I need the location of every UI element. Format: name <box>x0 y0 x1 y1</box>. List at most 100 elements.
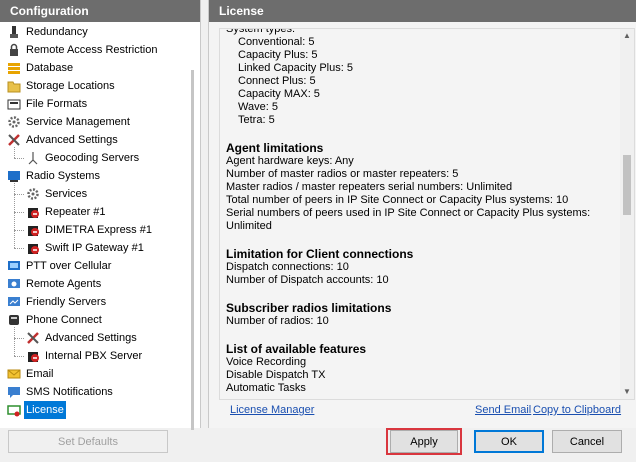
configuration-tree: Redundancy Remote Access Restriction Datab… <box>0 22 188 428</box>
tree-item-label: Services <box>45 188 88 200</box>
section-heading: Limitation for Client connections <box>226 247 414 261</box>
tree-item-label: Radio Systems <box>26 170 100 182</box>
system-type-line: Linked Capacity Plus: 5 <box>238 62 353 74</box>
tree-item-label: Email <box>26 368 54 380</box>
tree-item-label: Geocoding Servers <box>45 152 140 164</box>
email-icon <box>7 367 21 381</box>
tree-item-label: Storage Locations <box>26 80 115 92</box>
section-line: Number of Dispatch accounts: 10 <box>226 274 389 286</box>
license-icon <box>7 403 21 417</box>
tree-item-file-formats[interactable]: File Formats <box>0 95 188 113</box>
section-line: Master radios / master repeaters serial … <box>226 181 513 193</box>
tree-item-dimetra-express-1[interactable]: DIMETRA Express #1 <box>0 221 188 239</box>
tree-item-label: SMS Notifications <box>26 386 113 398</box>
scroll-down-arrow-icon[interactable]: ▼ <box>620 385 634 399</box>
section-line: Disable Dispatch TX <box>226 369 326 381</box>
tree-connector-line <box>14 230 24 231</box>
system-type-line: Tetra: 5 <box>238 114 275 126</box>
tree-item-redundancy[interactable]: Redundancy <box>0 23 188 41</box>
set-defaults-button[interactable]: Set Defaults <box>8 430 168 453</box>
tree-connector-line <box>14 147 15 158</box>
section-line: Agent hardware keys: Any <box>226 155 354 167</box>
tree-item-ptt-over-cellular[interactable]: PTT over Cellular <box>0 257 188 275</box>
tree-item-friendly-servers[interactable]: Friendly Servers <box>0 293 188 311</box>
tree-item-label: Repeater #1 <box>45 206 106 218</box>
tree-item-internal-pbx-server[interactable]: Internal PBX Server <box>0 347 188 365</box>
tree-item-label: Advanced Settings <box>26 134 118 146</box>
license-scrollbar[interactable]: ▲ ▼ <box>620 29 634 399</box>
tree-item-label: Service Management <box>26 116 130 128</box>
tree-item-label: Remote Access Restriction <box>26 44 158 56</box>
ptt-icon <box>7 259 21 273</box>
license-info-box: System types: Conventional: 5 Capacity Pl… <box>219 28 635 400</box>
sms-icon <box>7 385 21 399</box>
section-line: Serial numbers of peers used in IP Site … <box>226 207 591 219</box>
scroll-up-arrow-icon[interactable]: ▲ <box>620 29 634 43</box>
license-scrollbar-thumb[interactable] <box>623 155 631 215</box>
tree-item-license[interactable]: License <box>0 401 188 419</box>
license-manager-link[interactable]: License Manager <box>230 404 314 416</box>
system-types-label: System types: <box>226 28 296 35</box>
tree-connector-line <box>14 356 24 357</box>
tree-item-remote-access-restriction[interactable]: Remote Access Restriction <box>0 41 188 59</box>
tree-item-label: Advanced Settings <box>45 332 137 344</box>
servers-icon <box>7 295 21 309</box>
tree-item-advanced-settings[interactable]: Advanced Settings <box>0 131 188 149</box>
folder-icon <box>7 79 21 93</box>
section-line: Total number of peers in IP Site Connect… <box>226 194 569 206</box>
section-heading: List of available features <box>226 342 367 356</box>
configuration-title: Configuration <box>0 0 200 22</box>
tree-item-label: DIMETRA Express #1 <box>45 224 152 236</box>
tree-item-email[interactable]: Email <box>0 365 188 383</box>
ok-button[interactable]: OK <box>474 430 544 453</box>
section-line: Number of radios: 10 <box>226 315 329 327</box>
geocoding-icon <box>26 151 40 165</box>
tree-scrollbar[interactable] <box>188 22 200 430</box>
tree-item-storage-locations[interactable]: Storage Locations <box>0 77 188 95</box>
tree-item-swift-ip-gateway-1[interactable]: Swift IP Gateway #1 <box>0 239 188 257</box>
file-formats-icon <box>7 97 21 111</box>
tree-item-services[interactable]: Services <box>0 185 188 203</box>
system-type-line: Capacity Plus: 5 <box>238 49 318 61</box>
tree-item-label: Phone Connect <box>26 314 102 326</box>
tree-connector-line <box>14 212 24 213</box>
database-icon <box>7 61 21 75</box>
tree-item-sms-notifications[interactable]: SMS Notifications <box>0 383 188 401</box>
apply-button[interactable]: Apply <box>390 430 458 453</box>
cancel-button[interactable]: Cancel <box>552 430 622 453</box>
send-email-link[interactable]: Send Email <box>475 404 531 416</box>
tree-connector-line <box>14 338 24 339</box>
radio-systems-icon <box>7 169 21 183</box>
tree-item-geocoding-servers[interactable]: Geocoding Servers <box>0 149 188 167</box>
gear-icon <box>26 187 40 201</box>
tree-scrollbar-thumb[interactable] <box>191 70 194 430</box>
tree-item-service-management[interactable]: Service Management <box>0 113 188 131</box>
repeater-icon <box>26 205 40 219</box>
system-type-line: Connect Plus: 5 <box>238 75 316 87</box>
license-panel: License System types: Conventional: 5 Cap… <box>208 0 636 428</box>
tree-connector-line <box>14 248 24 249</box>
tree-item-label: Internal PBX Server <box>45 350 143 362</box>
configuration-panel: Configuration Redundancy Remote Access Re… <box>0 0 201 430</box>
repeater-icon <box>26 241 40 255</box>
section-heading: Agent limitations <box>226 141 324 155</box>
tree-item-advanced-settings[interactable]: Advanced Settings <box>0 329 188 347</box>
tree-item-label: Friendly Servers <box>26 296 107 308</box>
pbx-icon <box>26 349 40 363</box>
copy-to-clipboard-link[interactable]: Copy to Clipboard <box>533 404 621 416</box>
tree-item-repeater-1[interactable]: Repeater #1 <box>0 203 188 221</box>
tree-item-radio-systems[interactable]: Radio Systems <box>0 167 188 185</box>
tree-item-label: Remote Agents <box>26 278 102 290</box>
tree-item-database[interactable]: Database <box>0 59 188 77</box>
system-type-line: Conventional: 5 <box>238 36 315 48</box>
section-line: Automatic Tasks <box>226 382 306 394</box>
tree-item-label: PTT over Cellular <box>26 260 112 272</box>
tree-item-remote-agents[interactable]: Remote Agents <box>0 275 188 293</box>
tree-item-phone-connect[interactable]: Phone Connect <box>0 311 188 329</box>
tree-item-label: Swift IP Gateway #1 <box>45 242 144 254</box>
section-line: Unlimited <box>226 220 272 232</box>
tree-connector-line <box>14 183 15 248</box>
tree-item-label: Database <box>26 62 74 74</box>
system-type-line: Capacity MAX: 5 <box>238 88 320 100</box>
license-title: License <box>209 0 636 22</box>
